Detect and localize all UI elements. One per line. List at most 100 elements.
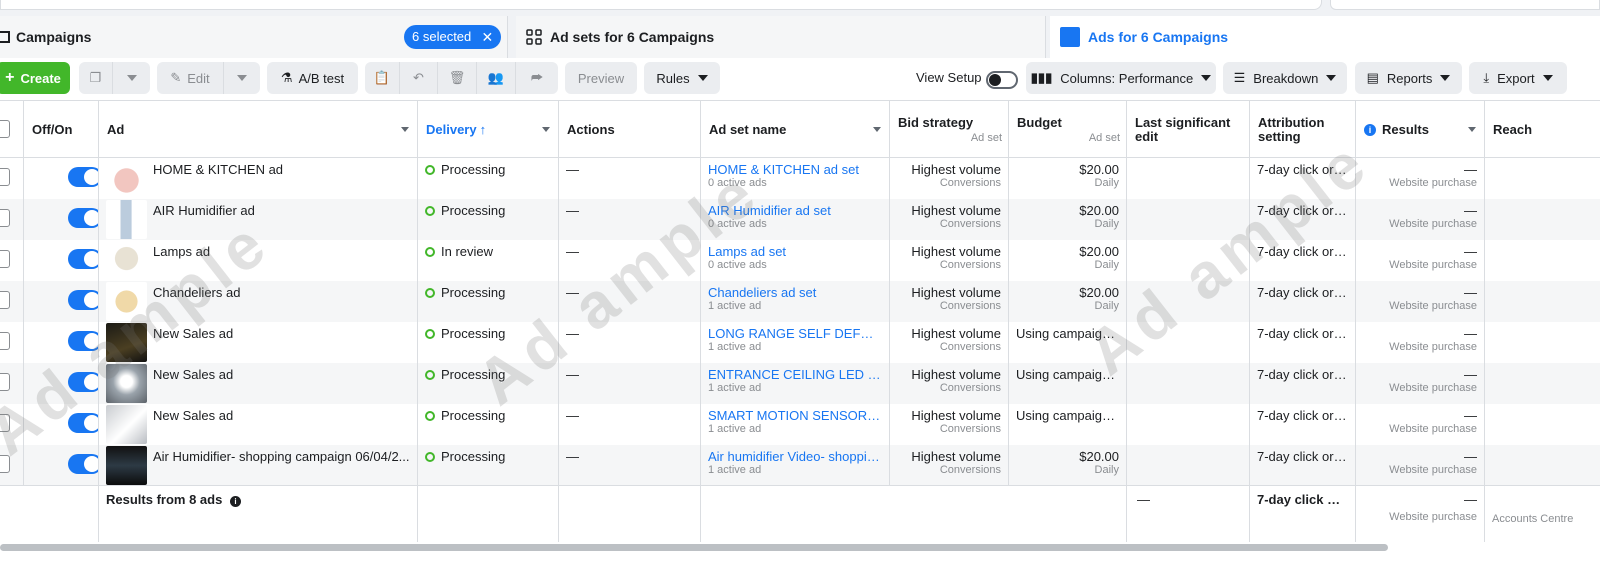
table-row[interactable]: HOME & KITCHEN ad Processing — HOME & KITCH… <box>0 158 1600 199</box>
ad-name[interactable]: Chandeliers ad <box>153 285 411 300</box>
tab-campaigns-label: Campaigns <box>16 29 92 45</box>
view-setup-toggle[interactable] <box>986 71 1018 89</box>
status-dot-icon <box>425 411 435 421</box>
ad-name[interactable]: HOME & KITCHEN ad <box>153 162 411 177</box>
select-all-checkbox[interactable] <box>0 120 10 138</box>
header-reach[interactable]: Reach <box>1485 101 1600 158</box>
ad-on-off-toggle[interactable] <box>68 372 98 392</box>
header-attribution[interactable]: Attribution setting <box>1250 101 1356 158</box>
row-checkbox[interactable] <box>0 291 10 309</box>
table-row[interactable]: Chandeliers ad Processing — Chandeliers ad … <box>0 281 1600 322</box>
share-preview-button[interactable]: ⮫ <box>516 62 558 94</box>
ad-on-off-toggle[interactable] <box>68 290 98 310</box>
edit-menu-button[interactable] <box>224 62 260 94</box>
chevron-down-icon <box>697 75 708 81</box>
header-ad[interactable]: Ad <box>99 101 418 158</box>
ad-on-off-toggle[interactable] <box>68 249 98 269</box>
ad-cell[interactable]: HOME & KITCHEN ad <box>99 158 418 199</box>
tab-ads[interactable]: Ads for 6 Campaigns <box>1050 16 1600 58</box>
header-off-on[interactable]: Off/On <box>24 101 99 158</box>
row-checkbox[interactable] <box>0 250 10 268</box>
delivery-status: In review <box>441 244 494 259</box>
rules-button[interactable]: Rules <box>644 62 720 94</box>
ab-test-button[interactable]: ⚗ A/B test <box>267 62 358 94</box>
ad-name[interactable]: Lamps ad <box>153 244 411 259</box>
adset-link[interactable]: AIR Humidifier ad set <box>708 203 882 218</box>
table-row[interactable]: Lamps ad In review — Lamps ad set 0 active a… <box>0 240 1600 281</box>
row-checkbox[interactable] <box>0 455 10 473</box>
row-checkbox[interactable] <box>0 414 10 432</box>
header-bid-strategy[interactable]: Bid strategy Ad set <box>890 101 1009 158</box>
attribution-cell: 7-day click or 1... <box>1250 363 1356 404</box>
ad-on-off-toggle[interactable] <box>68 208 98 228</box>
ad-cell[interactable]: Lamps ad <box>99 240 418 281</box>
create-button[interactable]: + Create <box>0 62 70 94</box>
ad-name[interactable]: New Sales ad <box>153 408 411 423</box>
ad-on-off-toggle[interactable] <box>68 413 98 433</box>
header-actions[interactable]: Actions <box>559 101 701 158</box>
horizontal-scrollbar[interactable] <box>0 544 1600 562</box>
header-results[interactable]: i Results <box>1356 101 1485 158</box>
preview-button[interactable]: Preview <box>565 62 637 94</box>
delete-button[interactable]: 🗑 <box>438 62 477 94</box>
clipboard-button[interactable]: 📋 <box>365 62 400 94</box>
scrollbar-thumb[interactable] <box>0 544 1388 551</box>
adset-link[interactable]: ENTRANCE CEILING LED LIG... <box>708 367 882 382</box>
audience-button[interactable]: 👥 <box>477 62 516 94</box>
ad-on-off-toggle[interactable] <box>68 167 98 187</box>
adset-link[interactable]: Chandeliers ad set <box>708 285 882 300</box>
breakdown-button[interactable]: ☰ Breakdown <box>1223 62 1347 94</box>
table-row[interactable]: New Sales ad Processing — LONG RANGE SELF D… <box>0 322 1600 363</box>
row-checkbox[interactable] <box>0 332 10 350</box>
undo-button[interactable]: ↶ <box>400 62 438 94</box>
reports-button[interactable]: ▤ Reports <box>1355 62 1462 94</box>
ad-cell[interactable]: New Sales ad <box>99 322 418 363</box>
ad-name[interactable]: New Sales ad <box>153 367 411 382</box>
header-last-edit[interactable]: Last significant edit <box>1127 101 1250 158</box>
ad-name[interactable]: New Sales ad <box>153 326 411 341</box>
columns-button[interactable]: ▮▮▮ Columns: Performance <box>1026 62 1216 94</box>
adset-link[interactable]: Lamps ad set <box>708 244 882 259</box>
adset-link[interactable]: LONG RANGE SELF DEFENSE ... <box>708 326 882 341</box>
ad-cell[interactable]: New Sales ad <box>99 363 418 404</box>
row-checkbox[interactable] <box>0 168 10 186</box>
clear-selection-icon[interactable]: ✕ <box>482 25 494 49</box>
row-checkbox[interactable] <box>0 209 10 227</box>
header-attribution-label: Attribution setting <box>1258 114 1325 144</box>
adset-link[interactable]: Air humidifier Video- shopping... <box>708 449 882 464</box>
duplicate-button[interactable]: ❐ <box>79 62 113 94</box>
ad-cell[interactable]: Air Humidifier- shopping campaign 06/04/… <box>99 445 418 486</box>
ad-cell[interactable]: New Sales ad <box>99 404 418 445</box>
adset-link[interactable]: HOME & KITCHEN ad set <box>708 162 882 177</box>
chevron-down-icon <box>873 127 881 132</box>
adset-link[interactable]: SMART MOTION SENSOR LED... <box>708 408 882 423</box>
ad-on-off-toggle[interactable] <box>68 454 98 474</box>
ad-cell[interactable]: AIR Humidifier ad <box>99 199 418 240</box>
header-delivery[interactable]: Delivery ↑ <box>418 101 559 158</box>
duplicate-menu-button[interactable] <box>113 62 150 94</box>
adset-cell: AIR Humidifier ad set 0 active ads <box>701 199 890 240</box>
ad-name[interactable]: AIR Humidifier ad <box>153 203 411 218</box>
clipboard-icon: 📋 <box>373 70 391 85</box>
table-row[interactable]: Air Humidifier- shopping campaign 06/04/… <box>0 445 1600 486</box>
ad-cell[interactable]: Chandeliers ad <box>99 281 418 322</box>
row-checkbox[interactable] <box>0 373 10 391</box>
ad-on-off-toggle[interactable] <box>68 331 98 351</box>
tab-campaigns[interactable]: Campaigns 6 selected ✕ <box>0 16 508 58</box>
header-select-all[interactable] <box>0 101 24 158</box>
export-button[interactable]: ⤓ Export <box>1469 62 1567 94</box>
header-adset-name[interactable]: Ad set name <box>701 101 890 158</box>
results-sub: Website purchase <box>1389 341 1477 353</box>
ad-name[interactable]: Air Humidifier- shopping campaign 06/04/… <box>153 449 411 464</box>
table-row[interactable]: AIR Humidifier ad Processing — AIR Humidifi… <box>0 199 1600 240</box>
status-dot-icon <box>425 288 435 298</box>
table-row[interactable]: New Sales ad Processing — SMART MOTION SENS… <box>0 404 1600 445</box>
tab-adsets[interactable]: Ad sets for 6 Campaigns <box>516 16 1046 58</box>
table-row[interactable]: New Sales ad Processing — ENTRANCE CEILING … <box>0 363 1600 404</box>
bid-strategy-cell: Highest volume Conversions <box>890 199 1009 240</box>
edit-button[interactable]: ✎ Edit <box>157 62 224 94</box>
delivery-status: Processing <box>441 203 506 218</box>
header-budget[interactable]: Budget Ad set <box>1009 101 1127 158</box>
footer-summary-label: Results from 8 ads <box>106 492 223 507</box>
selected-pill[interactable]: 6 selected ✕ <box>404 25 502 49</box>
